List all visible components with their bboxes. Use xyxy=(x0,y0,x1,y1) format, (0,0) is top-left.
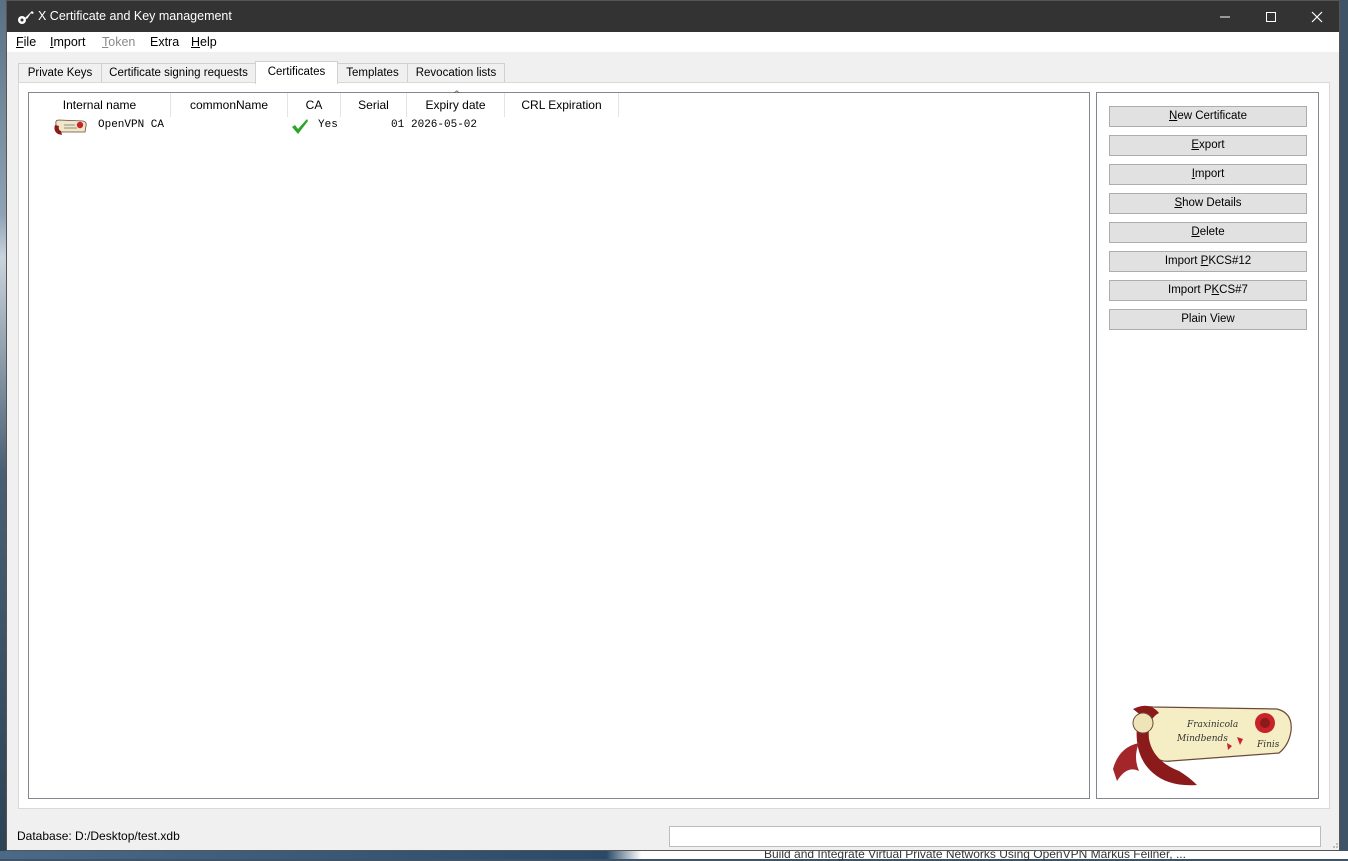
import-button[interactable]: Import xyxy=(1109,164,1307,185)
show-details-button[interactable]: Show Details xyxy=(1109,193,1307,214)
import-pkcs12-button[interactable]: Import PKCS#12 xyxy=(1109,251,1307,272)
menu-help[interactable]: Help xyxy=(191,35,217,49)
certificate-icon xyxy=(54,119,87,135)
main-window: X Certificate and Key management File Im… xyxy=(6,0,1340,851)
database-status: Database: D:/Desktop/test.xdb xyxy=(17,829,180,843)
window-title: X Certificate and Key management xyxy=(38,9,232,23)
column-header-serial[interactable]: Serial xyxy=(341,93,407,117)
menu-import[interactable]: Import xyxy=(50,35,85,49)
plain-view-button[interactable]: Plain View xyxy=(1109,309,1307,330)
size-grip-icon[interactable] xyxy=(1329,839,1339,849)
minimize-button[interactable] xyxy=(1202,1,1248,32)
checkmark-icon xyxy=(292,119,308,134)
tab-certificate-signing-requests[interactable]: Certificate signing requests xyxy=(101,63,256,82)
delete-button[interactable]: Delete xyxy=(1109,222,1307,243)
export-button[interactable]: Export xyxy=(1109,135,1307,156)
column-header-ca[interactable]: CA xyxy=(288,93,341,117)
column-header-internal-name[interactable]: Internal name xyxy=(29,93,171,117)
status-progress-field xyxy=(669,826,1321,847)
xca-scroll-logo: Fraxinicola Mindbends Finis xyxy=(1113,705,1292,786)
cell-serial: 01 xyxy=(391,119,405,131)
tab-templates[interactable]: Templates xyxy=(337,63,408,82)
minimize-icon xyxy=(1220,16,1230,18)
tab-certificates[interactable]: Certificates xyxy=(255,61,338,84)
maximize-button[interactable] xyxy=(1248,1,1294,32)
maximize-icon xyxy=(1266,12,1276,22)
tab-private-keys[interactable]: Private Keys xyxy=(18,63,102,82)
menu-file[interactable]: File xyxy=(16,35,36,49)
logo-text-2: Mindbends xyxy=(1176,734,1228,744)
title-bar[interactable]: X Certificate and Key management xyxy=(7,1,1339,32)
key-icon xyxy=(18,11,34,24)
new-certificate-button[interactable]: New Certificate xyxy=(1109,106,1307,127)
tab-revocation-lists[interactable]: Revocation lists xyxy=(407,63,505,82)
column-header-common-name[interactable]: commonName xyxy=(171,93,288,117)
cell-expiry-date: 2026-05-02 xyxy=(411,119,478,131)
menu-extra[interactable]: Extra xyxy=(150,35,179,49)
close-icon xyxy=(1311,11,1323,23)
logo-text-3: Finis xyxy=(1256,740,1280,750)
logo-text-1: Fraxinicola xyxy=(1186,720,1238,730)
action-panel: New Certificate Export Import Show Detai… xyxy=(1096,92,1319,799)
import-pkcs7-button[interactable]: Import PKCS#7 xyxy=(1109,280,1307,301)
sort-indicator-icon: ^ xyxy=(453,90,461,100)
column-header-crl-expiration[interactable]: CRL Expiration xyxy=(505,93,619,117)
menu-bar: File Import Token Extra Help xyxy=(7,32,1339,52)
certificate-list[interactable]: Internal name commonName CA Serial Expir… xyxy=(28,90,1090,799)
menu-token: Token xyxy=(102,35,136,49)
table-row[interactable]: OpenVPN CA Yes 01 2026-05-02 xyxy=(29,117,1089,135)
cell-internal-name: OpenVPN CA xyxy=(98,119,165,131)
close-button[interactable] xyxy=(1294,1,1340,32)
cell-ca: Yes xyxy=(318,119,338,131)
